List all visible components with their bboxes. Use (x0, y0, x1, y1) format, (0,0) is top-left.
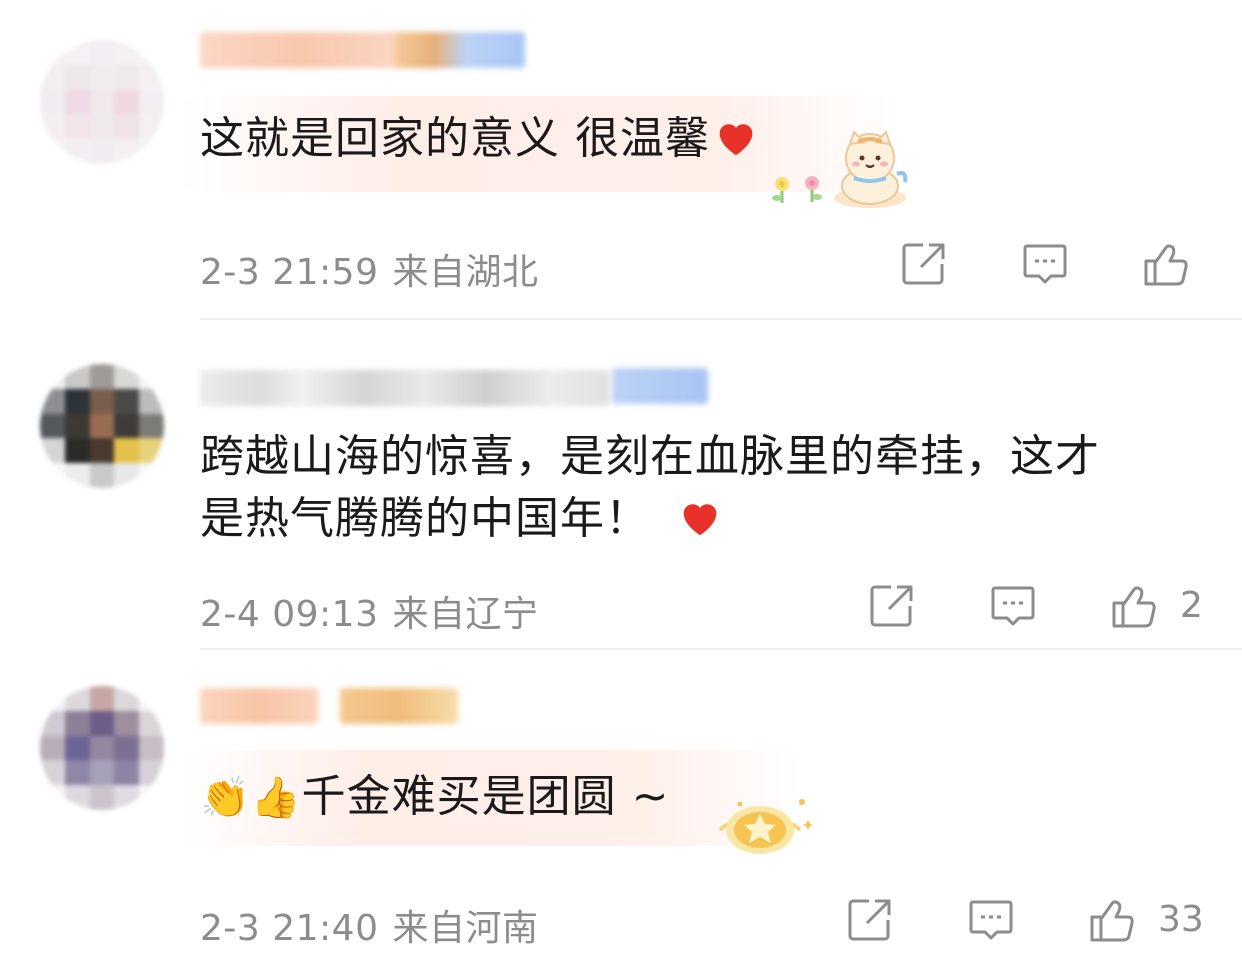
comment-meta: 2-3 21:59 来自湖北 (200, 243, 539, 295)
comment-text: 👏👍千金难买是团圆 ~ (200, 771, 670, 822)
like-count: 33 (1158, 899, 1204, 940)
username-blurred[interactable] (200, 688, 318, 724)
like-button[interactable] (1088, 896, 1136, 944)
star-badge-sticker-icon (718, 799, 814, 854)
location: 来自辽宁 (392, 594, 539, 635)
comment-button[interactable] (967, 896, 1015, 944)
comment-meta: 2-3 21:40 来自河南 (200, 899, 539, 951)
thumbs-up-icon (1144, 244, 1188, 286)
timestamp: 2-3 21:40 (200, 908, 379, 949)
comment-item: 跨越山海的惊喜，是刻在血脉里的牵挂，这才 是热气腾腾的中国年！ 2-4 09:1… (0, 320, 1242, 650)
comment-icon (991, 586, 1035, 626)
avatar[interactable] (40, 686, 164, 810)
like-button[interactable] (1110, 582, 1158, 630)
avatar[interactable] (40, 364, 164, 488)
username-badge-blurred (612, 368, 708, 404)
share-icon (848, 899, 891, 941)
heart-icon (683, 504, 717, 536)
thumbs-up-icon (1112, 586, 1156, 628)
comment-text: 这就是回家的意义 很温馨 (200, 108, 758, 170)
share-button[interactable] (846, 896, 894, 944)
comment-icon (1023, 244, 1067, 284)
username-blurred[interactable] (200, 370, 610, 406)
timestamp: 2-3 21:59 (200, 252, 379, 293)
share-button[interactable] (868, 582, 916, 630)
location: 来自河南 (392, 908, 539, 949)
username-badge-blurred (340, 688, 458, 724)
comment-item: 👏👍千金难买是团圆 ~ 2-3 21:40 来自河南 33 (0, 650, 1242, 964)
comment-button[interactable] (989, 582, 1037, 630)
avatar[interactable] (40, 40, 164, 164)
thumbs-up-icon (1090, 900, 1134, 942)
comment-icon (969, 900, 1013, 940)
comment-item: 这就是回家的意义 很温馨 2-3 21:59 来自湖北 (0, 0, 1242, 320)
location: 来自湖北 (392, 252, 539, 293)
share-button[interactable] (900, 240, 948, 288)
like-button[interactable] (1142, 240, 1190, 288)
username-badge-blurred (395, 32, 525, 68)
share-icon (870, 585, 913, 627)
comment-button[interactable] (1021, 240, 1069, 288)
clap-thumbs-emoji: 👏👍 (200, 775, 302, 821)
comment-meta: 2-4 09:13 来自辽宁 (200, 585, 539, 637)
comment-text-line-2: 是热气腾腾的中国年！ (200, 488, 722, 550)
like-count: 2 (1180, 585, 1203, 626)
username-blurred[interactable] (200, 32, 400, 68)
share-icon (902, 243, 945, 285)
comment-text-line-1: 跨越山海的惊喜，是刻在血脉里的牵挂，这才 (200, 431, 1100, 482)
heart-icon (719, 124, 753, 156)
cat-sticker-icon (772, 130, 908, 208)
timestamp: 2-4 09:13 (200, 594, 379, 635)
